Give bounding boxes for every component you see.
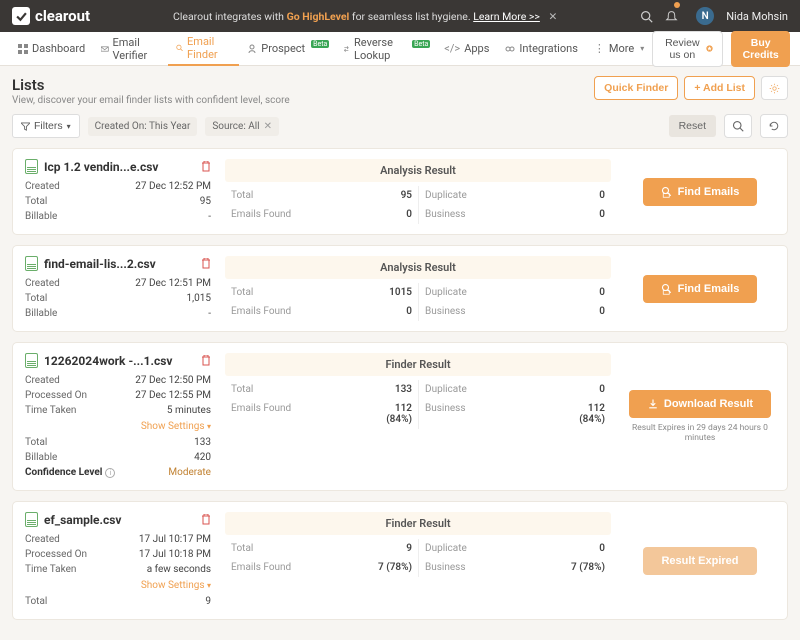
result-header: Analysis Result	[225, 159, 611, 182]
nav-apps[interactable]: </>Apps	[436, 32, 497, 66]
nav-reverse-lookup[interactable]: Reverse LookupBeta	[335, 32, 436, 66]
filter-chip-created[interactable]: Created On: This Year	[88, 117, 198, 136]
topbar: clearout Clearout integrates with Go Hig…	[0, 0, 800, 32]
quick-finder-button[interactable]: Quick Finder	[594, 76, 678, 100]
notifications-icon[interactable]	[665, 10, 684, 23]
file-name[interactable]: find-email-lis...2.csv	[44, 257, 156, 271]
nav-dashboard[interactable]: Dashboard	[10, 32, 93, 66]
buy-credits-button[interactable]: Buy Credits	[731, 31, 790, 67]
settings-icon[interactable]	[761, 76, 788, 100]
trash-icon[interactable]	[201, 258, 211, 269]
logo-icon	[12, 7, 30, 25]
avatar[interactable]: N	[696, 7, 714, 25]
file-name[interactable]: 12262024work -...1.csv	[44, 354, 172, 368]
find-emails-button[interactable]: Find Emails	[643, 275, 758, 303]
file-icon	[25, 159, 38, 174]
result-grid: Total95 Duplicate0 Emails Found0 Busines…	[225, 186, 611, 224]
list-card: Icp 1.2 vendin...e.csv Created27 Dec 12:…	[12, 148, 788, 235]
list-card: ef_sample.csv Created17 Jul 10:17 PMProc…	[12, 501, 788, 620]
filters-button[interactable]: Filters▾	[12, 114, 80, 138]
result-grid: Total1015 Duplicate0 Emails Found0 Busin…	[225, 283, 611, 321]
close-icon[interactable]: ✕	[548, 10, 557, 23]
result-grid: Total133 Duplicate0 Emails Found112 (84%…	[225, 380, 611, 429]
logo[interactable]: clearout	[12, 7, 90, 25]
chip-close-icon[interactable]: ✕	[264, 121, 272, 132]
list-card: 12262024work -...1.csv Created27 Dec 12:…	[12, 342, 788, 491]
page-title: Lists	[12, 76, 290, 94]
nav-integrations[interactable]: Integrations	[497, 32, 585, 66]
show-settings-link[interactable]: Show Settings ▾	[25, 580, 211, 591]
search-icon[interactable]	[640, 10, 653, 23]
nav-email-verifier[interactable]: Email Verifier	[93, 32, 168, 66]
trash-icon[interactable]	[201, 161, 211, 172]
add-list-button[interactable]: + Add List	[684, 76, 755, 100]
result-expired-button: Result Expired	[643, 547, 756, 575]
announcement-bar: Clearout integrates with Go HighLevel fo…	[90, 10, 640, 23]
expire-note: Result Expires in 29 days 24 hours 0 min…	[625, 423, 775, 443]
navbar: Dashboard Email Verifier Email Finder Pr…	[0, 32, 800, 66]
reset-button[interactable]: Reset	[669, 115, 716, 137]
download-result-button[interactable]: Download Result	[629, 390, 771, 418]
username[interactable]: Nida Mohsin	[726, 10, 788, 23]
result-header: Finder Result	[225, 512, 611, 535]
show-settings-link[interactable]: Show Settings ▾	[25, 421, 211, 432]
announce-link[interactable]: Learn More >>	[473, 10, 540, 23]
refresh-icon[interactable]	[760, 114, 788, 138]
find-emails-button[interactable]: Find Emails	[643, 178, 758, 206]
result-grid: Total9 Duplicate0 Emails Found7 (78%) Bu…	[225, 539, 611, 577]
filter-chip-source[interactable]: Source: All✕	[205, 117, 279, 136]
trash-icon[interactable]	[201, 514, 211, 525]
result-header: Finder Result	[225, 353, 611, 376]
nav-more[interactable]: ⋮More▾	[586, 32, 652, 66]
file-name[interactable]: Icp 1.2 vendin...e.csv	[44, 160, 159, 174]
file-icon	[25, 353, 38, 368]
nav-email-finder[interactable]: Email Finder	[168, 32, 240, 66]
file-icon	[25, 512, 38, 527]
search-list-icon[interactable]	[724, 114, 752, 138]
file-name[interactable]: ef_sample.csv	[44, 513, 121, 527]
list-card: find-email-lis...2.csv Created27 Dec 12:…	[12, 245, 788, 332]
page-subtitle: View, discover your email finder lists w…	[12, 95, 290, 106]
trash-icon[interactable]	[201, 355, 211, 366]
logo-text: clearout	[35, 7, 90, 25]
nav-prospect[interactable]: ProspectBeta	[239, 32, 335, 66]
result-header: Analysis Result	[225, 256, 611, 279]
file-icon	[25, 256, 38, 271]
review-button[interactable]: Review us on	[652, 31, 723, 67]
